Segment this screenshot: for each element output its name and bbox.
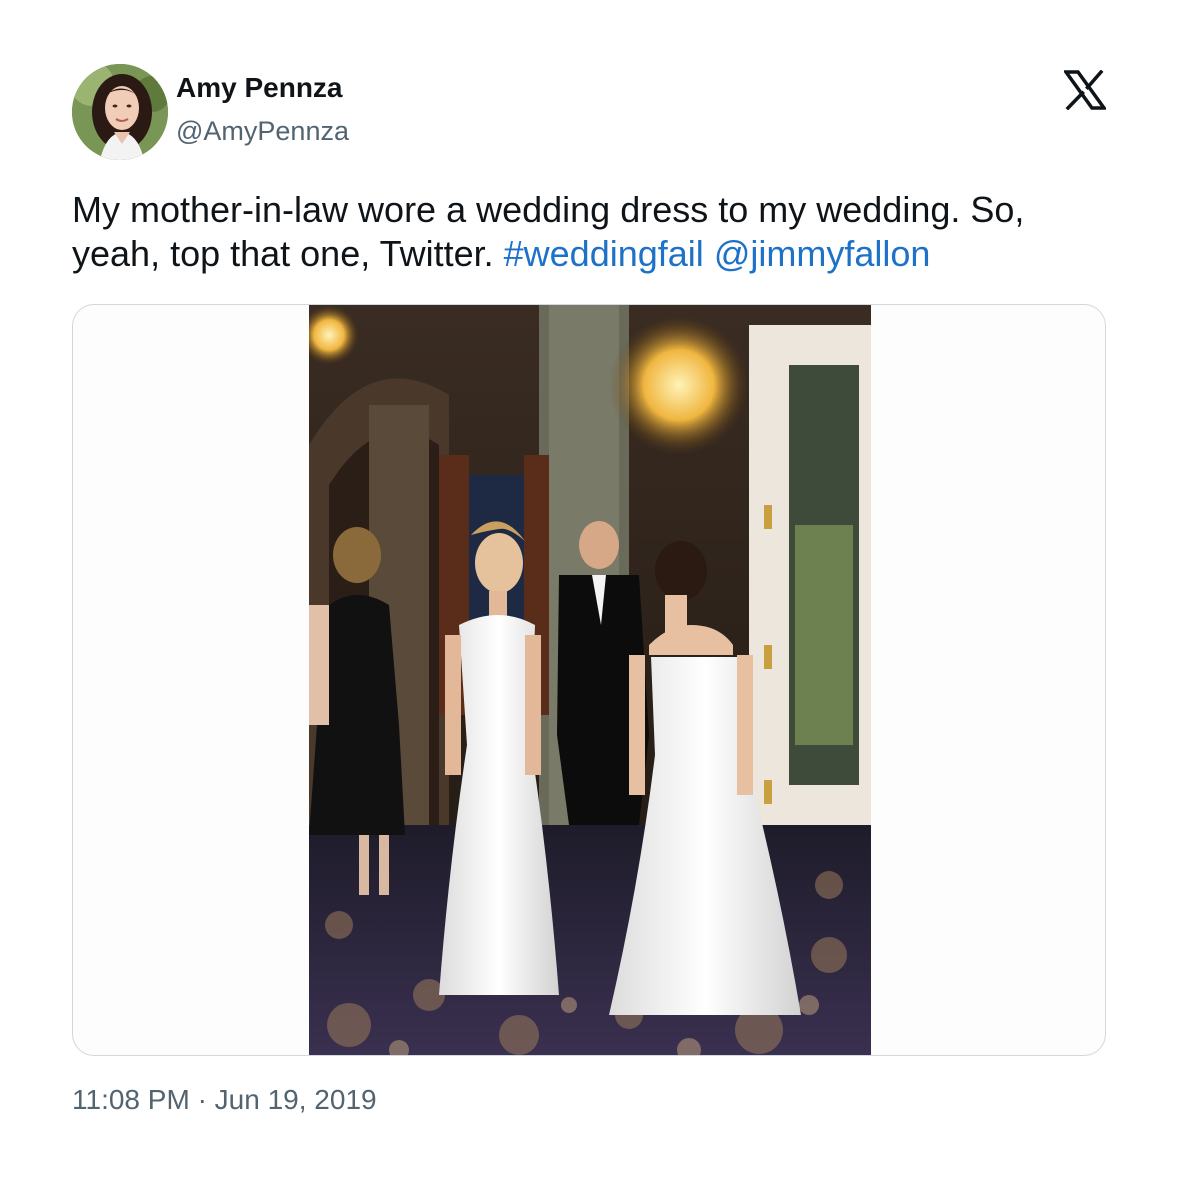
tweet-photo[interactable] bbox=[309, 305, 871, 1055]
author-display-name[interactable]: Amy Pennza bbox=[176, 72, 343, 104]
timestamp-separator: · bbox=[197, 1084, 207, 1115]
avatar[interactable] bbox=[72, 64, 168, 160]
avatar-image bbox=[72, 64, 168, 160]
hashtag-link[interactable]: #weddingfail bbox=[504, 233, 704, 274]
author-handle[interactable]: @AmyPennza bbox=[176, 116, 349, 147]
x-logo-icon[interactable] bbox=[1062, 69, 1108, 111]
tweet-timestamp[interactable]: 11:08 PM · Jun 19, 2019 bbox=[72, 1084, 377, 1116]
tweet-date: Jun 19, 2019 bbox=[214, 1084, 377, 1115]
mention-link[interactable]: @jimmyfallon bbox=[714, 233, 931, 274]
tweet-card: Amy Pennza @AmyPennza My mother-in-law w… bbox=[0, 0, 1180, 1186]
tweet-time: 11:08 PM bbox=[72, 1084, 190, 1115]
tweet-text: My mother-in-law wore a wedding dress to… bbox=[72, 188, 1112, 276]
media-card bbox=[72, 304, 1106, 1056]
